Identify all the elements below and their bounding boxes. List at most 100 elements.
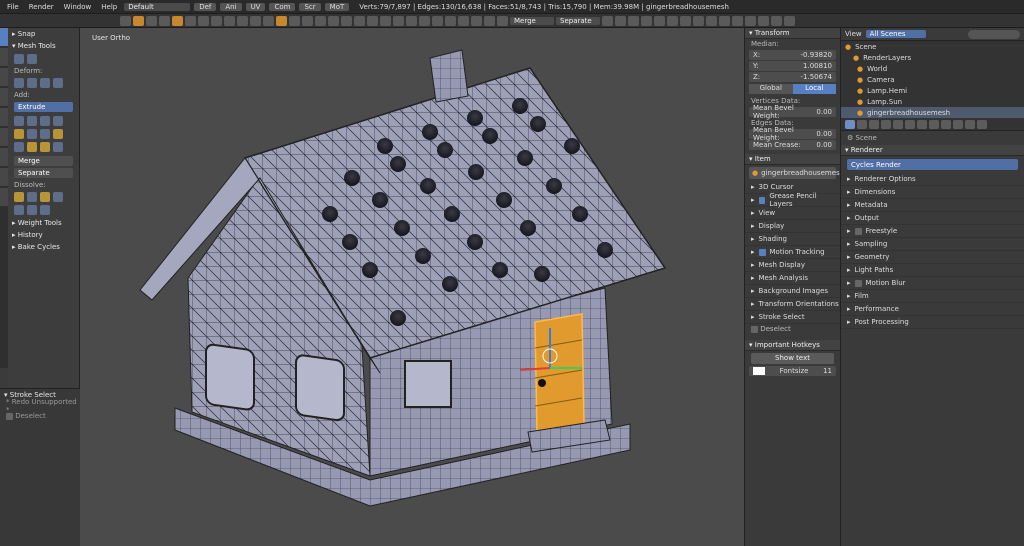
mode-com[interactable]: Com (269, 2, 296, 11)
outliner-row[interactable]: ● gingerbreadhousemesh (841, 107, 1024, 118)
object-tab-icon[interactable] (893, 119, 903, 129)
paint-icon[interactable] (419, 15, 430, 26)
dissolve-faces-icon[interactable] (40, 192, 50, 202)
render-section-7[interactable]: ▸ Light Paths (841, 264, 1024, 277)
render-section-3[interactable]: ▸ Output (841, 212, 1024, 225)
outliner-row[interactable]: ● RenderLayers (841, 52, 1024, 63)
render-section-5[interactable]: ▸ Sampling (841, 238, 1024, 251)
delete-icon[interactable] (14, 205, 24, 215)
transform-header[interactable]: ▾ Transform (745, 28, 840, 39)
tab-shading[interactable] (0, 68, 8, 86)
display-mode-dropdown[interactable]: All Scenes (865, 30, 926, 38)
props-section-9[interactable]: ▸ Transform Orientations (745, 298, 840, 311)
props-section-4[interactable]: ▸ Shading (745, 233, 840, 246)
props-section-8[interactable]: ▸ Background Images (745, 285, 840, 298)
proportional-icon[interactable] (263, 15, 274, 26)
data-tab-icon[interactable] (929, 119, 939, 129)
item-header[interactable]: ▾ Item (745, 154, 840, 165)
move-icon[interactable] (185, 15, 196, 26)
inset-tool-icon[interactable] (14, 116, 24, 126)
screw-tool-icon[interactable] (40, 129, 50, 139)
object-mode-icon[interactable] (393, 15, 404, 26)
layers-icon[interactable] (289, 15, 300, 26)
tab-physics[interactable] (0, 128, 8, 146)
rotate-tool-icon[interactable] (27, 54, 37, 64)
keyframe-icon[interactable] (771, 15, 782, 26)
dissolve-edges-icon[interactable] (27, 192, 37, 202)
x-field[interactable]: X: -0.93820 (749, 50, 836, 60)
separate-dropdown[interactable]: Separate (556, 16, 600, 25)
render-section-1[interactable]: ▸ Dimensions (841, 186, 1024, 199)
outliner-row[interactable]: ● Lamp.Sun (841, 96, 1024, 107)
deselect-checkbox[interactable] (6, 412, 13, 420)
props-section-2[interactable]: ▸ View (745, 207, 840, 220)
particles-tab-icon[interactable] (965, 119, 975, 129)
outliner-row[interactable]: ● Camera (841, 74, 1024, 85)
props-section-1[interactable]: ▸ Grease Pencil Layers (745, 192, 840, 208)
outliner-row[interactable]: ● Lamp.Hemi (841, 85, 1024, 96)
duplicate-tool-icon[interactable] (53, 129, 63, 139)
mean-bevel-weight-edge-field[interactable]: Mean Bevel Weight: 0.00 (749, 126, 836, 142)
face-select-icon[interactable] (250, 15, 261, 26)
vertex-select-icon[interactable] (224, 15, 235, 26)
pivot-icon[interactable] (159, 15, 170, 26)
snap-panel-header[interactable]: ▸ Snap (8, 28, 79, 40)
flip-icon[interactable] (732, 15, 743, 26)
global-button[interactable]: Global (749, 84, 793, 94)
particle-icon[interactable] (458, 15, 469, 26)
menu-help[interactable]: Help (98, 3, 120, 11)
color-swatch[interactable] (753, 367, 765, 375)
manipulator-icon[interactable] (172, 15, 183, 26)
texture-icon[interactable] (445, 15, 456, 26)
mode-uv[interactable]: UV (245, 2, 266, 11)
push-pull-icon[interactable] (27, 78, 37, 88)
physics-tab-icon[interactable] (977, 119, 987, 129)
constraints-tab-icon[interactable] (905, 119, 915, 129)
link-icon[interactable] (484, 15, 495, 26)
separate-tool-dropdown[interactable]: Separate (14, 168, 73, 178)
recalc-icon[interactable] (745, 15, 756, 26)
loop-cut-icon[interactable] (641, 15, 652, 26)
deselect-row[interactable]: Deselect (745, 324, 840, 334)
spin-tool-icon[interactable] (27, 129, 37, 139)
z-field[interactable]: Z: -1.50674 (749, 72, 836, 82)
weight-tools-header[interactable]: ▸ Weight Tools (8, 217, 79, 229)
y-field[interactable]: Y: 1.00810 (749, 61, 836, 71)
edge-collapse-icon[interactable] (27, 205, 37, 215)
3d-viewport[interactable]: User Ortho (80, 28, 744, 546)
bevel-icon[interactable] (615, 15, 626, 26)
bridge-icon[interactable] (667, 15, 678, 26)
scene-tab-icon[interactable] (869, 119, 879, 129)
snap-target-icon[interactable] (367, 15, 378, 26)
view-icon[interactable] (120, 15, 131, 26)
inset-icon[interactable] (654, 15, 665, 26)
render-section-10[interactable]: ▸ Performance (841, 303, 1024, 316)
menu-window[interactable]: Window (61, 3, 95, 11)
loopcut-tool-icon[interactable] (40, 116, 50, 126)
outliner-row[interactable]: ● Scene (841, 41, 1024, 52)
important-hotkeys-header[interactable]: ▾ Important Hotkeys (745, 340, 840, 351)
grid-fill-tool-icon[interactable] (40, 142, 50, 152)
render-section-0[interactable]: ▸ Renderer Options (841, 173, 1024, 186)
edit-mode-icon[interactable] (133, 15, 144, 26)
deselect-check[interactable] (751, 325, 758, 333)
shading-icon[interactable] (146, 15, 157, 26)
tab-grease-pencil[interactable] (0, 108, 8, 126)
extrude-dropdown[interactable]: Extrude (14, 102, 73, 112)
scale-icon[interactable] (211, 15, 222, 26)
material-tab-icon[interactable] (941, 119, 951, 129)
outliner-row[interactable]: ● World (841, 63, 1024, 74)
render-section-6[interactable]: ▸ Geometry (841, 251, 1024, 264)
section-checkbox[interactable] (758, 196, 766, 204)
tab-relations[interactable] (0, 148, 8, 166)
props-section-5[interactable]: ▸ Motion Tracking (745, 246, 840, 259)
texture-tab-icon[interactable] (953, 119, 963, 129)
render-icon[interactable] (758, 15, 769, 26)
xray-icon[interactable] (341, 15, 352, 26)
tab-options[interactable] (0, 88, 8, 106)
merge-dropdown[interactable]: Merge (510, 16, 554, 25)
dissolve-verts-icon[interactable] (14, 192, 24, 202)
settings-icon[interactable] (784, 15, 795, 26)
render-section-2[interactable]: ▸ Metadata (841, 199, 1024, 212)
bevel-tool-icon[interactable] (27, 116, 37, 126)
